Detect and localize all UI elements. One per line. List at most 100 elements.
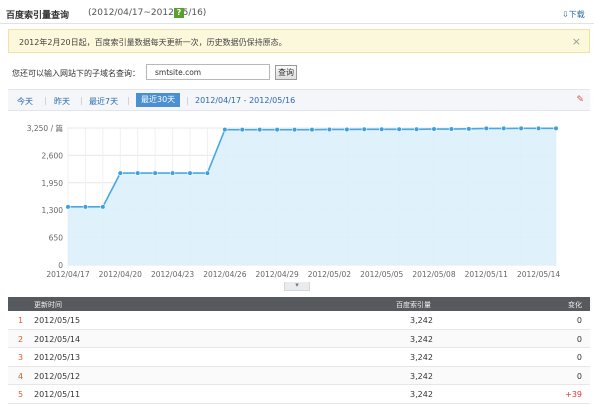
row-change: +39 <box>565 390 582 399</box>
x-tick-label: 2012/04/26 <box>203 270 246 279</box>
row-index: 4 <box>18 371 24 381</box>
column-header-index: 百度索引量 <box>396 301 431 309</box>
data-point <box>309 127 315 133</box>
table-header: 更新时间 百度索引量 变化 <box>8 297 590 311</box>
tab-today[interactable]: 今天 <box>17 96 33 107</box>
data-point <box>361 126 367 132</box>
row-change: 0 <box>576 334 582 344</box>
data-point <box>518 125 524 131</box>
data-point <box>483 125 489 132</box>
data-point <box>135 170 141 176</box>
row-date: 2012/05/11 <box>34 390 81 399</box>
y-tick-label: 0 <box>58 261 63 270</box>
index-chart-svg: 3,250 / 篇 2,600 1,950 1,300 650 02012/04/17 20… <box>27 123 561 279</box>
y-tick-label: 650 <box>49 234 64 243</box>
index-chart: 3,250 / 篇 2,600 1,950 1,300 650 0 2012/04/17 20… <box>8 114 590 292</box>
row-date: 2012/05/13 <box>34 353 81 362</box>
pin-icon[interactable]: ✎ <box>576 95 584 105</box>
data-point <box>553 125 559 131</box>
tab-last-30-days[interactable]: 最近30天 <box>136 93 181 107</box>
data-point <box>291 127 298 133</box>
subdomain-input[interactable] <box>146 64 270 80</box>
date-range-picker[interactable]: 2012/04/17 - 2012/05/16 <box>195 96 295 105</box>
data-point <box>344 126 350 133</box>
data-point <box>501 125 507 132</box>
notice-banner: 2012年2月20日起，百度索引量数据每天更新一次，历史数据仍保持原态。 × <box>8 29 590 53</box>
table-row: 4 2012/05/12 3,242 0 <box>8 366 590 385</box>
x-tick-label: 2012/04/17 <box>46 270 89 279</box>
tab-separator: | <box>186 96 189 105</box>
row-change: 0 <box>576 316 582 325</box>
data-point <box>326 126 333 133</box>
data-point <box>187 170 193 176</box>
tab-separator: | <box>127 96 130 105</box>
data-point <box>169 170 176 176</box>
data-point <box>413 126 420 132</box>
title-date-range: (2012/04/17~2012/05/16) <box>88 8 207 18</box>
table-row: 1 2012/05/15 3,242 0 <box>8 311 590 330</box>
x-tick-label: 2012/05/08 <box>412 270 455 279</box>
tab-yesterday[interactable]: 昨天 <box>54 96 70 107</box>
row-change: 0 <box>576 353 582 362</box>
row-change: 0 <box>576 371 582 381</box>
row-date: 2012/05/14 <box>34 334 81 344</box>
row-index-count: 3,242 <box>410 316 433 325</box>
tab-separator: | <box>80 96 83 105</box>
row-index-count: 3,242 <box>410 334 433 344</box>
y-tick-label: 1,300 <box>42 206 64 215</box>
row-index-count: 3,242 <box>410 390 433 399</box>
data-point <box>448 126 455 132</box>
query-label: 您还可以输入网站下的子域名查询： <box>12 69 140 78</box>
query-button[interactable]: 查询 <box>275 65 297 80</box>
row-index: 3 <box>18 353 24 362</box>
subdomain-query: 您还可以输入网站下的子域名查询： 查询 <box>8 62 590 84</box>
download-label: 下载 <box>568 10 585 19</box>
period-tabs: 今天 | 昨天 | 最近7天 | 最近30天 | 2012/04/17 - 20… <box>8 89 590 111</box>
tab-last-7-days[interactable]: 最近7天 <box>89 96 118 107</box>
close-icon[interactable]: × <box>572 35 581 48</box>
data-point <box>82 204 89 210</box>
row-index: 5 <box>18 390 24 399</box>
data-point <box>257 127 263 133</box>
row-index-count: 3,242 <box>410 371 433 381</box>
data-point <box>152 170 158 176</box>
table-row: 2 2012/05/14 3,242 0 <box>8 329 590 348</box>
y-tick-label: 1,950 <box>42 179 64 188</box>
x-tick-label: 2012/04/20 <box>99 270 142 279</box>
row-index-count: 3,242 <box>410 353 433 362</box>
y-tick-label: 3,250 / 篇 <box>27 123 64 133</box>
page-title: 百度索引量查询 <box>6 11 70 21</box>
help-icon[interactable]: ? <box>174 8 184 18</box>
column-header-change: 变化 <box>568 301 582 309</box>
row-date: 2012/05/12 <box>34 371 81 381</box>
x-tick-label: 2012/05/14 <box>517 270 560 279</box>
notice-text: 2012年2月20日起，百度索引量数据每天更新一次，历史数据仍保持原态。 <box>19 38 287 47</box>
data-point <box>466 126 472 132</box>
download-icon: ⇩ <box>562 10 569 19</box>
data-point <box>431 126 437 132</box>
table-row: 5 2012/05/11 3,242 +39 <box>8 385 590 404</box>
row-date: 2012/05/15 <box>34 316 81 325</box>
data-point <box>379 126 385 132</box>
x-tick-label: 2012/05/11 <box>465 270 508 279</box>
download-link[interactable]: ⇩下载 <box>562 9 585 20</box>
column-header-date: 更新时间 <box>34 301 62 309</box>
table-row: 3 2012/05/13 3,242 0 <box>8 348 590 367</box>
data-point <box>117 170 123 176</box>
data-point <box>274 127 280 133</box>
data-point <box>239 127 245 133</box>
x-tick-label: 2012/05/05 <box>360 270 403 279</box>
data-point <box>535 125 542 131</box>
chevron-down-icon[interactable]: ▾ <box>284 282 310 291</box>
x-tick-label: 2012/05/02 <box>308 270 351 279</box>
y-tick-label: 2,600 <box>42 151 64 160</box>
data-point <box>222 127 228 133</box>
x-tick-label: 2012/04/29 <box>256 270 299 279</box>
table-body: 1 2012/05/15 3,242 0 2 2012/05/14 3,242 … <box>8 311 590 404</box>
data-point <box>100 204 106 210</box>
x-tick-label: 2012/04/23 <box>151 270 194 279</box>
row-index: 1 <box>18 316 24 325</box>
data-point <box>396 126 402 132</box>
tab-separator: | <box>44 96 47 105</box>
data-point <box>65 204 71 210</box>
